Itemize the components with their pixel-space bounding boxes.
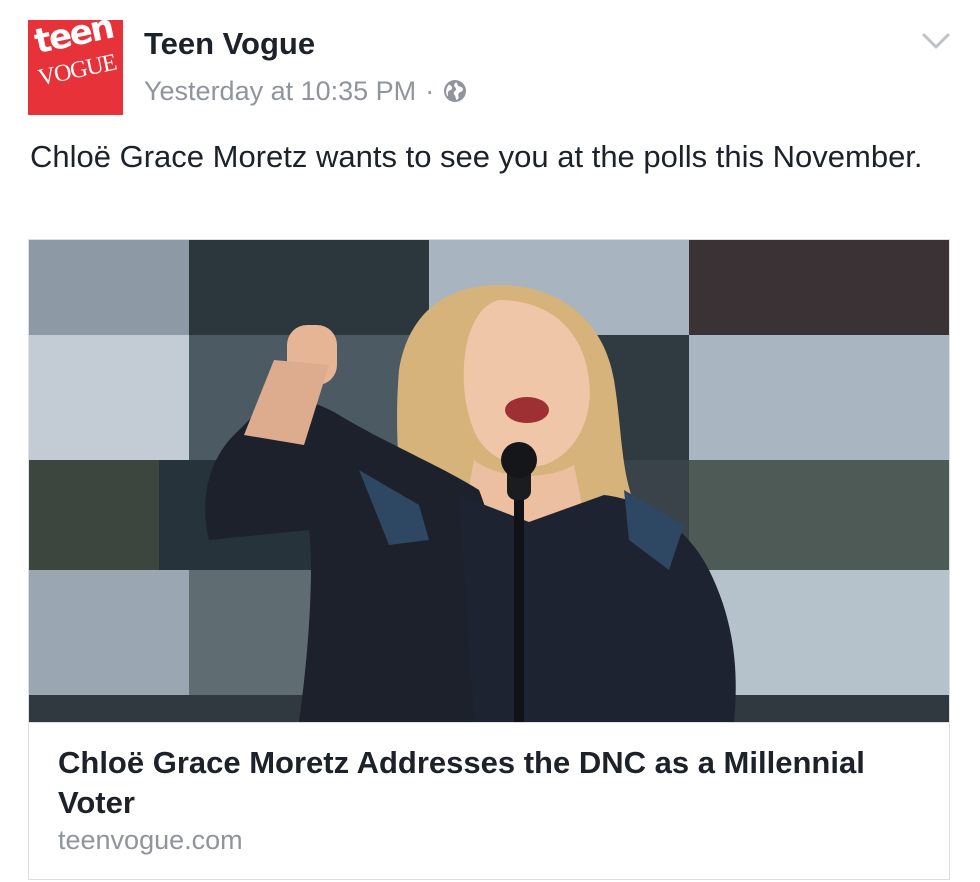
page-avatar[interactable]: teen VOGUE: [28, 20, 123, 115]
link-preview-body[interactable]: Chloë Grace Moretz Addresses the DNC as …: [29, 722, 949, 879]
post-timestamp[interactable]: Yesterday at 10:35 PM: [144, 76, 416, 107]
link-domain: teenvogue.com: [58, 825, 243, 855]
chevron-down-icon[interactable]: [922, 32, 950, 50]
link-title[interactable]: Chloë Grace Moretz Addresses the DNC as …: [58, 743, 908, 823]
page-name-link[interactable]: Teen Vogue: [144, 26, 315, 62]
post-message: Chloë Grace Moretz wants to see you at t…: [30, 139, 923, 174]
globe-icon: [444, 80, 467, 102]
meta-separator: ·: [425, 75, 435, 106]
post-meta: Yesterday at 10:35 PM ·: [144, 75, 467, 107]
link-preview-card[interactable]: Chloë Grace Moretz Addresses the DNC as …: [28, 239, 950, 880]
link-preview-image[interactable]: [29, 240, 949, 722]
